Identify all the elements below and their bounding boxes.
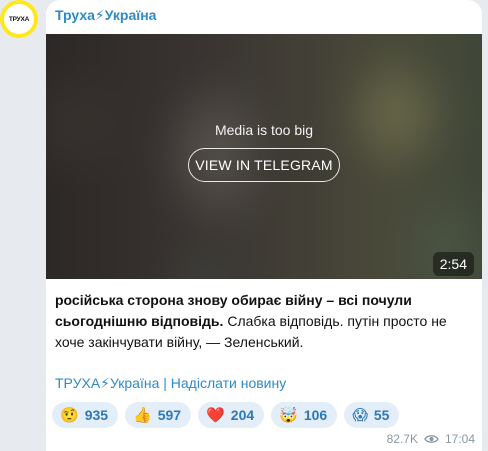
reaction-screaming[interactable]: 😱 55 [344, 402, 400, 428]
reaction-heart[interactable]: ❤️ 204 [198, 402, 265, 428]
view-count: 82.7K [386, 432, 418, 446]
video-preview[interactable]: Media is too big VIEW IN TELEGRAM 2:54 [46, 34, 482, 279]
reaction-count: 106 [303, 407, 328, 423]
message-bubble: Труха⚡Україна Media is too big VIEW IN T… [46, 0, 482, 451]
screaming-emoji-icon: 😱 [352, 406, 368, 424]
reaction-exploding-head[interactable]: 🤯 106 [271, 402, 338, 428]
heart-emoji-icon: ❤️ [206, 406, 225, 424]
post-text: російська сторона знову обирає війну – в… [55, 290, 475, 353]
channel-avatar[interactable]: ТРУХА [0, 0, 38, 38]
exploding-head-emoji-icon: 🤯 [279, 406, 298, 424]
message-time: 17:04 [444, 432, 475, 446]
reaction-count: 597 [157, 407, 182, 423]
reaction-thumbs-up[interactable]: 👍 597 [125, 402, 192, 428]
reaction-count: 55 [373, 407, 390, 423]
reactions-bar: 🤨 935 👍 597 ❤️ 204 🤯 106 😱 55 [52, 402, 400, 428]
media-too-big-label: Media is too big [214, 122, 314, 138]
view-in-telegram-button[interactable]: VIEW IN TELEGRAM [188, 148, 340, 182]
thumbs-up-emoji-icon: 👍 [133, 406, 152, 424]
message-meta: 82.7K 17:04 [387, 432, 475, 446]
channel-name[interactable]: Труха⚡Україна [55, 7, 156, 24]
avatar-logo-text: ТРУХА [8, 15, 30, 23]
reaction-count: 935 [84, 407, 109, 423]
raised-eyebrow-emoji-icon: 🤨 [60, 406, 79, 424]
video-duration-badge: 2:54 [432, 252, 474, 276]
eye-icon [424, 435, 439, 443]
reaction-raised-eyebrow[interactable]: 🤨 935 [52, 402, 119, 428]
avatar-logo: ТРУХА [4, 4, 34, 34]
reaction-count: 204 [230, 407, 255, 423]
channel-footer-link[interactable]: ТРУХА⚡Україна | Надіслати новину [55, 375, 286, 392]
